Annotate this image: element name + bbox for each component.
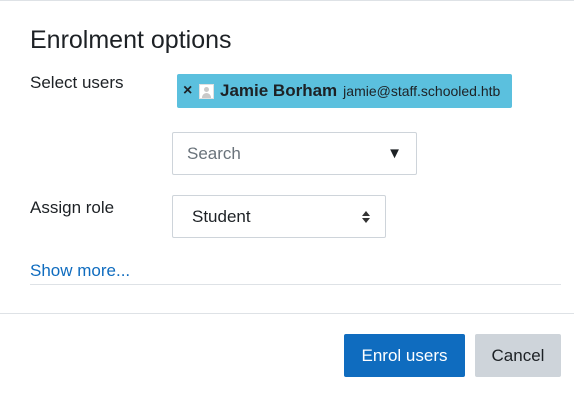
caret-down-icon[interactable]: ▼ bbox=[387, 145, 402, 162]
section-divider bbox=[30, 284, 561, 285]
role-select-value: Student bbox=[192, 206, 251, 226]
enrol-users-button[interactable]: Enrol users bbox=[344, 334, 465, 377]
close-icon[interactable]: × bbox=[183, 82, 199, 100]
assign-role-label: Assign role bbox=[30, 198, 115, 217]
assign-role-select[interactable]: Student bbox=[172, 195, 386, 238]
selected-user-name: Jamie Borham bbox=[220, 81, 338, 100]
user-search-input[interactable]: Search ▼ bbox=[172, 132, 417, 175]
cancel-button[interactable]: Cancel bbox=[475, 334, 561, 377]
show-more-link[interactable]: Show more... bbox=[30, 261, 130, 281]
top-divider bbox=[0, 0, 574, 1]
search-placeholder: Search bbox=[187, 143, 241, 163]
dialog-title: Enrolment options bbox=[30, 26, 232, 54]
selected-user-chip[interactable]: × Jamie Borham jamie@staff.schooled.htb bbox=[177, 74, 512, 108]
footer-divider bbox=[0, 313, 574, 314]
selected-user-email: jamie@staff.schooled.htb bbox=[343, 83, 501, 99]
user-avatar-icon bbox=[199, 83, 214, 99]
select-users-label: Select users bbox=[30, 73, 124, 92]
updown-arrows-icon bbox=[361, 210, 371, 223]
